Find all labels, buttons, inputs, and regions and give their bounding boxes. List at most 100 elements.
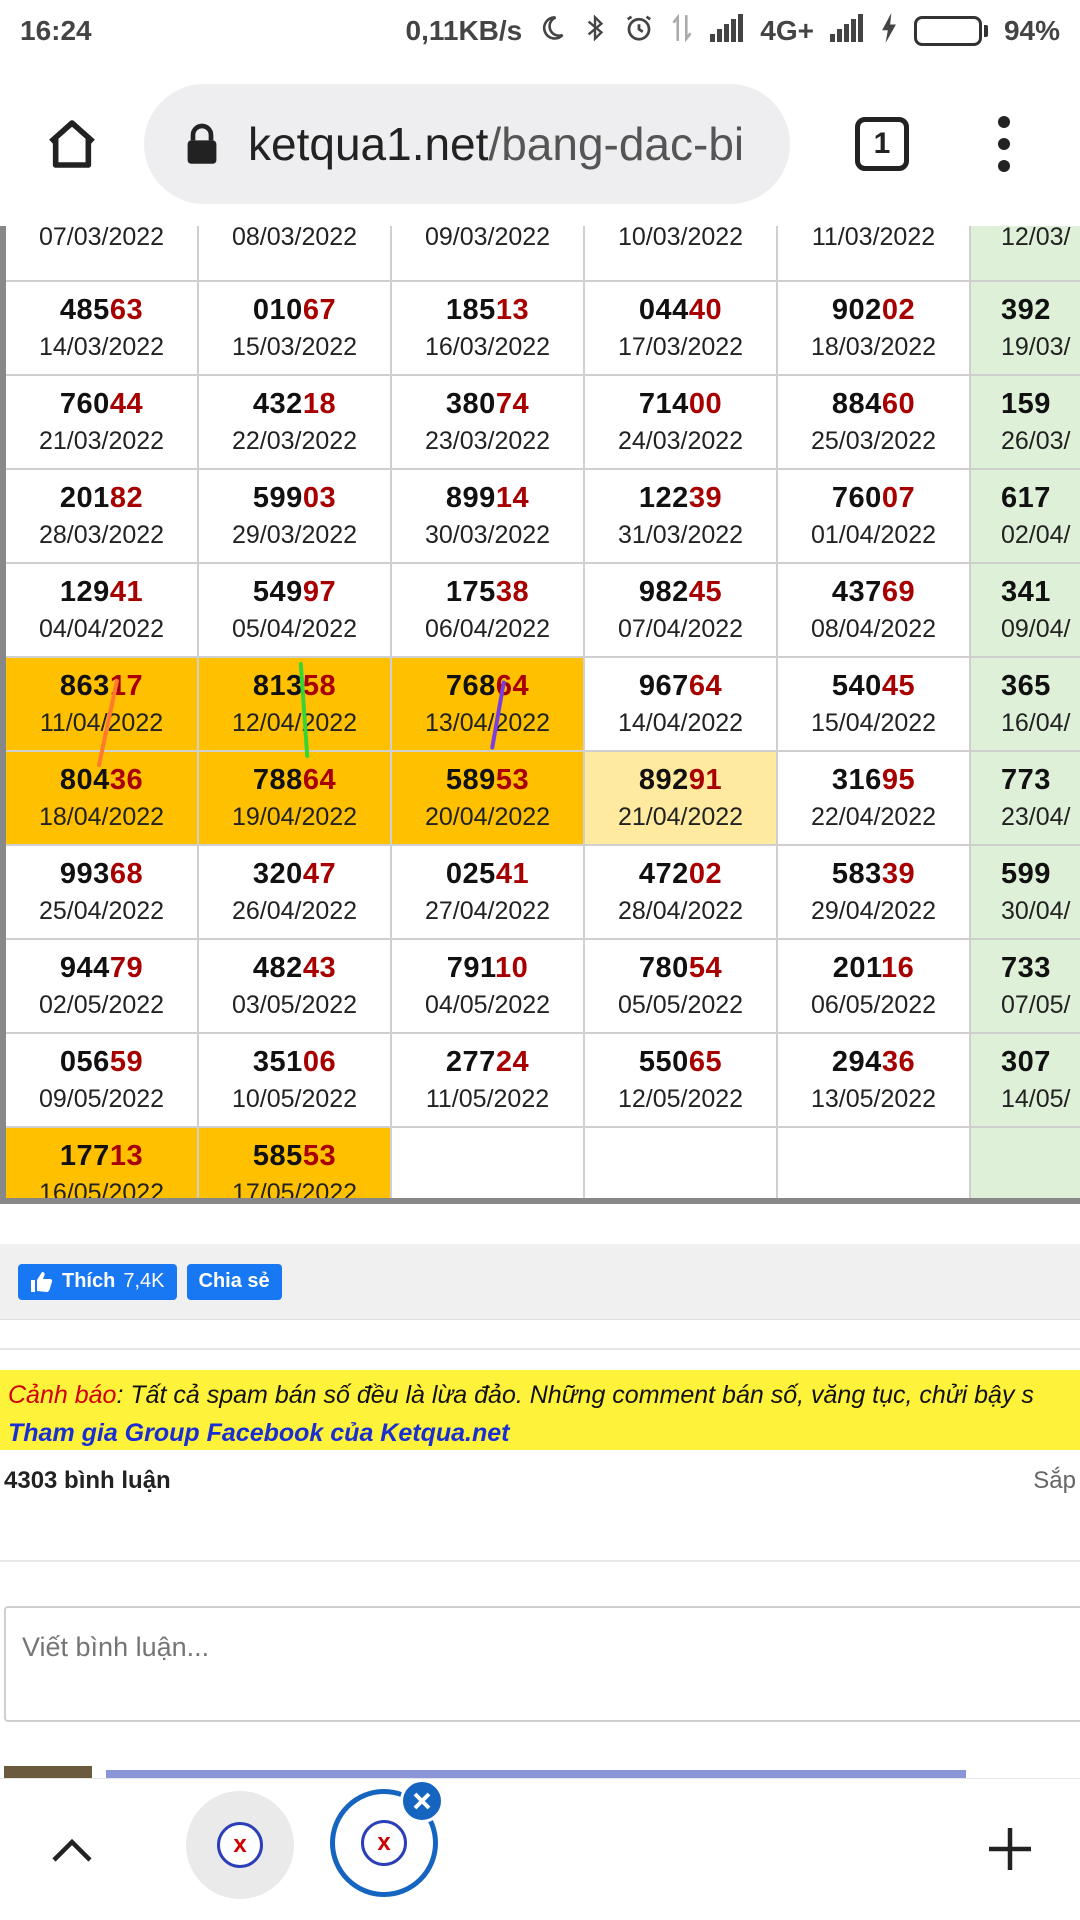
draw-date: 16/03/2022 [424,333,551,361]
draw-date: 26/03/ [1001,427,1071,455]
prize-number: 17538 [446,576,529,609]
comment-input[interactable] [4,1606,1080,1722]
number-tail: 03 [302,482,337,514]
draw-date: 18/03/2022 [810,333,937,361]
number-tail: 06 [302,1046,337,1078]
warning-text: : Tất cả spam bán số đều là lừa đảo. Nhữ… [116,1381,1034,1409]
number-head: 320 [252,858,303,890]
prize-number: 20116 [833,952,915,985]
home-button[interactable] [0,62,144,226]
table-row: 05659 09/05/2022 35106 10/05/2022 27724 11/05… [6,1034,1080,1128]
number-tail: 13 [109,1140,144,1172]
number-tail: 97 [302,576,337,608]
result-cell: 01067 15/03/2022 [199,282,392,376]
number-head: 780 [638,952,689,984]
special-prize-table: 07/03/2022 08/03/2022 09/03/2022 10/03/2022… [0,226,1080,1204]
number-head: 902 [831,294,882,326]
result-cell: 17538 06/04/2022 [392,564,585,658]
network-type: 4G+ [760,15,814,46]
prize-number: 47202 [639,858,722,891]
status-time: 16:24 [20,15,92,46]
draw-date: 25/03/2022 [810,427,937,455]
result-cell: 59903 29/03/2022 [199,470,392,564]
number-head: 982 [638,576,689,608]
prize-number: 01067 [253,294,336,327]
facebook-like-button[interactable]: Thích 7,4K [18,1263,177,1300]
prize-number: 365 [1001,670,1051,703]
number-tail: 24 [495,1046,530,1078]
result-cell: 07/03/2022 [6,226,199,282]
result-cell [585,1128,778,1204]
facebook-share-button[interactable]: Chia sẻ [186,1263,282,1300]
number-head: 307 [1001,1046,1051,1078]
draw-date: 19/04/2022 [231,803,358,831]
sort-dropdown[interactable]: Sắp [1033,1467,1076,1495]
result-cell [392,1128,585,1204]
result-cell: 307 14/05/ [971,1034,1080,1128]
table-row: 80436 18/04/2022 78864 19/04/2022 58953 20/04… [6,752,1080,846]
result-cell: 38074 23/03/2022 [392,376,585,470]
number-head: 294 [831,1046,882,1078]
signal-icon [829,13,864,49]
prize-number: 29436 [832,1046,915,1079]
prize-number: 12941 [60,576,143,609]
number-head: 863 [59,670,110,702]
number-head: 201 [59,482,110,514]
address-bar[interactable]: ketqua1.net/bang-dac-bi [144,84,790,204]
facebook-group-link[interactable]: Tham gia Group Facebook của Ketqua.net [8,1414,1072,1450]
number-head: 714 [638,388,689,420]
number-head: 185 [445,294,496,326]
result-cell: 55065 12/05/2022 [585,1034,778,1128]
number-head: 733 [1001,952,1051,984]
result-cell: 88460 25/03/2022 [778,376,971,470]
result-cell: 10/03/2022 [585,226,778,282]
prize-number: 159 [1001,388,1051,421]
draw-date: 27/04/2022 [424,897,551,925]
new-tab-button[interactable] [980,1819,1040,1879]
url-text: ketqua1.net/bang-dac-bi [248,117,744,171]
prize-number: 54997 [253,576,336,609]
warning-label: Cảnh báo [8,1381,117,1409]
result-cell: 43218 22/03/2022 [199,376,392,470]
table-row: 17713 16/05/2022 58553 17/05/2022 [6,1128,1080,1204]
close-tab-button[interactable] [400,1779,444,1823]
draw-date: 11/05/2022 [425,1085,550,1113]
prize-number: 27724 [446,1046,529,1079]
number-head: 760 [59,388,110,420]
prize-number: 94479 [60,952,143,985]
number-head: 788 [252,764,303,796]
overflow-menu-button[interactable] [954,62,1054,226]
result-cell: 11/03/2022 [778,226,971,282]
prize-number: 38074 [446,388,529,421]
result-cell [778,1128,971,1204]
draw-date: 05/05/2022 [617,991,744,1019]
number-tail: 36 [881,1046,916,1078]
number-head: 485 [59,294,110,326]
number-tail: 45 [881,670,916,702]
number-tail: 65 [688,1046,723,1078]
result-cell: 81358 12/04/2022 [199,658,392,752]
table-row: 76044 21/03/2022 43218 22/03/2022 38074 23/03… [6,376,1080,470]
tab-thumbnail[interactable]: x [186,1791,294,1899]
result-cell: 20116 06/05/2022 [778,940,971,1034]
tab-switcher-button[interactable]: 1 [810,62,954,226]
number-tail: 82 [109,482,144,514]
number-head: 432 [252,388,303,420]
number-head: 768 [445,670,496,702]
prize-number: 307 [1001,1046,1051,1079]
prize-number: 43218 [253,388,336,421]
result-cell: 04440 17/03/2022 [585,282,778,376]
prize-number: 12239 [639,482,722,515]
scroll-up-button[interactable] [40,1817,104,1881]
result-cell: 89914 30/03/2022 [392,470,585,564]
draw-date: 13/04/2022 [424,709,551,737]
number-tail: 00 [688,388,723,420]
draw-date: 21/04/2022 [617,803,744,831]
draw-date: 22/04/2022 [810,803,937,831]
number-tail: 38 [495,576,530,608]
draw-date: 12/05/2022 [617,1085,744,1113]
charging-icon [880,12,898,50]
number-tail: 79 [109,952,144,984]
number-tail: 43 [302,952,337,984]
battery-percent: 94% [1003,15,1060,46]
